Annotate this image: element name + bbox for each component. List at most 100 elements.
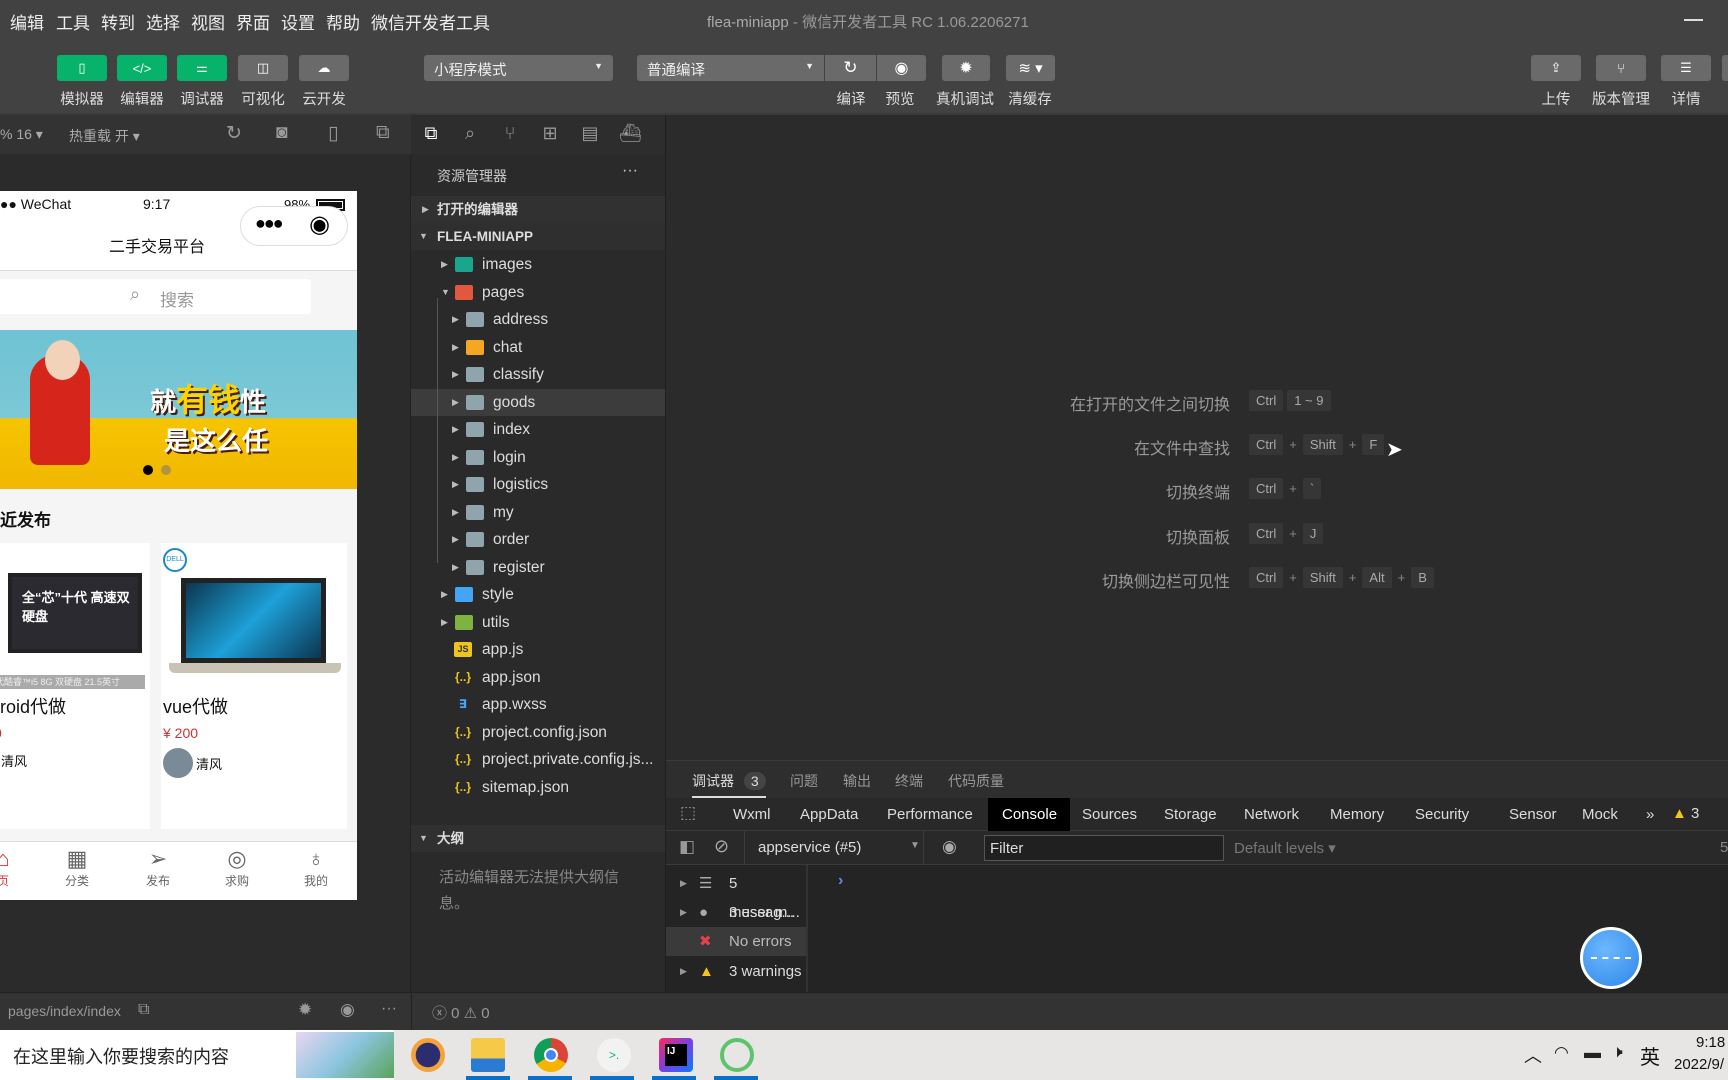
folder-item[interactable]: ▶ register	[411, 554, 665, 581]
floating-assistant-button[interactable]	[1580, 927, 1642, 989]
close-mini-icon[interactable]: ◉	[309, 210, 330, 239]
wechat-devtools-icon[interactable]: >.	[597, 1038, 631, 1072]
file-item[interactable]: {..} sitemap.json	[411, 774, 665, 801]
tab-sources[interactable]: Sources	[1072, 798, 1147, 831]
tab-memory[interactable]: Memory	[1320, 798, 1394, 831]
files-icon[interactable]: ⧉	[420, 123, 442, 145]
folder-item[interactable]: ▶ style	[411, 581, 665, 608]
tab-wxml[interactable]: Wxml	[723, 798, 781, 831]
console-filter-input[interactable]: Filter	[984, 835, 1224, 861]
menu-edit[interactable]: 编辑	[10, 9, 44, 34]
carousel-dot-active[interactable]	[143, 465, 153, 475]
hot-reload-toggle[interactable]: 热重载 开 ▾	[69, 126, 140, 146]
tab-console[interactable]: Console	[988, 798, 1070, 831]
tab-home[interactable]: ⌂ 页	[0, 846, 23, 889]
intellij-icon[interactable]: IJ	[665, 1044, 687, 1066]
sidebar-warnings[interactable]: ▶ ▲ 3 warnings	[666, 957, 806, 986]
storage-icon[interactable]: ▤	[579, 123, 601, 145]
folder-item[interactable]: ▶ login	[411, 444, 665, 471]
clock-date[interactable]: 2022/9/	[1674, 1056, 1724, 1073]
copy-icon[interactable]: ⧉	[138, 1001, 149, 1019]
popout-icon[interactable]: ⧉	[376, 122, 390, 144]
product-card[interactable]: 全“芯”十代 高速双硬盘 代酷睿™i5 8G 双硬盘 21.5英寸 roid代做…	[0, 543, 150, 829]
wifi-icon[interactable]: ◠	[1554, 1043, 1569, 1063]
problems-indicator[interactable]: ⓧ 0 ⚠ 0	[432, 1002, 490, 1023]
file-item[interactable]: {..} project.config.json	[411, 719, 665, 746]
tab-debugger[interactable]: 调试器 3	[692, 771, 766, 798]
folder-item[interactable]: ▶ logistics	[411, 471, 665, 498]
chrome-icon[interactable]	[534, 1038, 568, 1072]
folder-item[interactable]: ▶ index	[411, 416, 665, 443]
outline-section[interactable]: ▼ 大纲	[411, 825, 665, 852]
clear-console-icon[interactable]: ⊘	[714, 836, 729, 857]
folder-item[interactable]: ▶ goods	[411, 388, 665, 416]
open-editors-section[interactable]: ▶ 打开的编辑器	[411, 196, 665, 223]
upload-button[interactable]: ⇪	[1531, 55, 1581, 81]
menu-help[interactable]: 帮助	[326, 9, 360, 34]
tab-code-quality[interactable]: 代码质量	[948, 771, 1004, 791]
carousel-dot[interactable]	[161, 465, 171, 475]
file-item[interactable]: ∃ app.wxss	[411, 691, 665, 718]
folder-item[interactable]: ▼ pages	[411, 279, 665, 306]
file-item[interactable]: JS app.js	[411, 636, 665, 663]
sidebar-messages[interactable]: ▶ ☰ 5 messag...	[666, 869, 806, 921]
tab-appdata[interactable]: AppData	[790, 798, 868, 831]
tab-network[interactable]: Network	[1234, 798, 1309, 831]
more-icon[interactable]: ···	[381, 1000, 397, 1018]
simulator-toggle-button[interactable]: ▯	[57, 55, 107, 81]
live-expression-eye-icon[interactable]: ◉	[942, 837, 957, 857]
project-section[interactable]: ▼ FLEA-MINIAPP	[411, 223, 665, 250]
console-prompt[interactable]: ›	[838, 872, 843, 890]
source-control-icon[interactable]: ⑂	[499, 123, 521, 145]
zoom-select[interactable]: % 16 ▾	[0, 126, 43, 143]
mode-select[interactable]: 小程序模式 ▼	[424, 55, 613, 81]
tab-mock[interactable]: Mock	[1572, 798, 1628, 831]
version-button[interactable]: ⑂	[1596, 55, 1646, 81]
remote-debug-button[interactable]: ✹	[942, 55, 990, 81]
more-tabs-icon[interactable]: »	[1636, 798, 1664, 831]
sidebar-errors[interactable]: ✖ No errors	[666, 927, 806, 956]
more-button[interactable]	[1722, 55, 1728, 81]
visual-button[interactable]: ◫	[238, 55, 288, 81]
bug-icon[interactable]: ✹	[298, 1000, 312, 1020]
file-explorer-icon[interactable]	[471, 1038, 505, 1072]
sidebar-user-messages[interactable]: ▶ ● 3 user m...	[666, 898, 806, 927]
tab-storage[interactable]: Storage	[1154, 798, 1227, 831]
tab-wanted[interactable]: ◎ 求购	[217, 846, 257, 889]
taskbar-search[interactable]: 在这里输入你要搜索的内容	[0, 1030, 394, 1080]
tab-terminal[interactable]: 终端	[895, 771, 923, 791]
tab-security[interactable]: Security	[1405, 798, 1479, 831]
compile-select[interactable]: 普通编译 ▼	[637, 55, 824, 81]
sidebar-toggle-icon[interactable]: ◧	[679, 837, 695, 857]
cloud-button[interactable]: ☁	[299, 55, 349, 81]
banner-carousel[interactable]: 就有钱性 是这么任	[0, 330, 357, 489]
rotate-icon[interactable]: ↻	[226, 122, 242, 145]
menu-wechat-devtools[interactable]: 微信开发者工具	[371, 9, 490, 34]
ime-indicator[interactable]: 英	[1640, 1041, 1660, 1070]
minimize-button[interactable]	[1684, 19, 1703, 21]
eclipse-icon[interactable]	[411, 1038, 445, 1072]
menu-interface[interactable]: 界面	[236, 9, 270, 34]
file-item[interactable]: {..} app.json	[411, 664, 665, 691]
menu-goto[interactable]: 转到	[101, 9, 135, 34]
log-levels-select[interactable]: Default levels ▾	[1234, 839, 1336, 857]
tab-output[interactable]: 输出	[843, 771, 871, 791]
folder-item[interactable]: ▶ utils	[411, 609, 665, 636]
tab-performance[interactable]: Performance	[877, 798, 983, 831]
tab-mine[interactable]: ♁ 我的	[296, 846, 336, 889]
debugger-toggle-button[interactable]: ⚌	[177, 55, 227, 81]
menu-view[interactable]: 视图	[191, 9, 225, 34]
more-actions-icon[interactable]: ···	[622, 162, 638, 180]
folder-item[interactable]: ▶ classify	[411, 361, 665, 388]
menu-settings[interactable]: 设置	[281, 9, 315, 34]
folder-item[interactable]: ▶ my	[411, 499, 665, 526]
inspect-element-icon[interactable]: ⬚	[680, 803, 696, 823]
product-card[interactable]: DELL vue代做 ¥ 200 清风	[161, 543, 347, 829]
menu-tools[interactable]: 工具	[56, 9, 90, 34]
compile-button[interactable]: ↻	[825, 55, 876, 81]
volume-icon[interactable]: 🕨	[1612, 1042, 1623, 1062]
stop-icon[interactable]: ◙	[276, 122, 287, 144]
clear-cache-button[interactable]: ≋ ▾	[1006, 55, 1055, 81]
file-item[interactable]: {..} project.private.config.js...	[411, 746, 665, 773]
folder-item[interactable]: ▶ address	[411, 306, 665, 333]
